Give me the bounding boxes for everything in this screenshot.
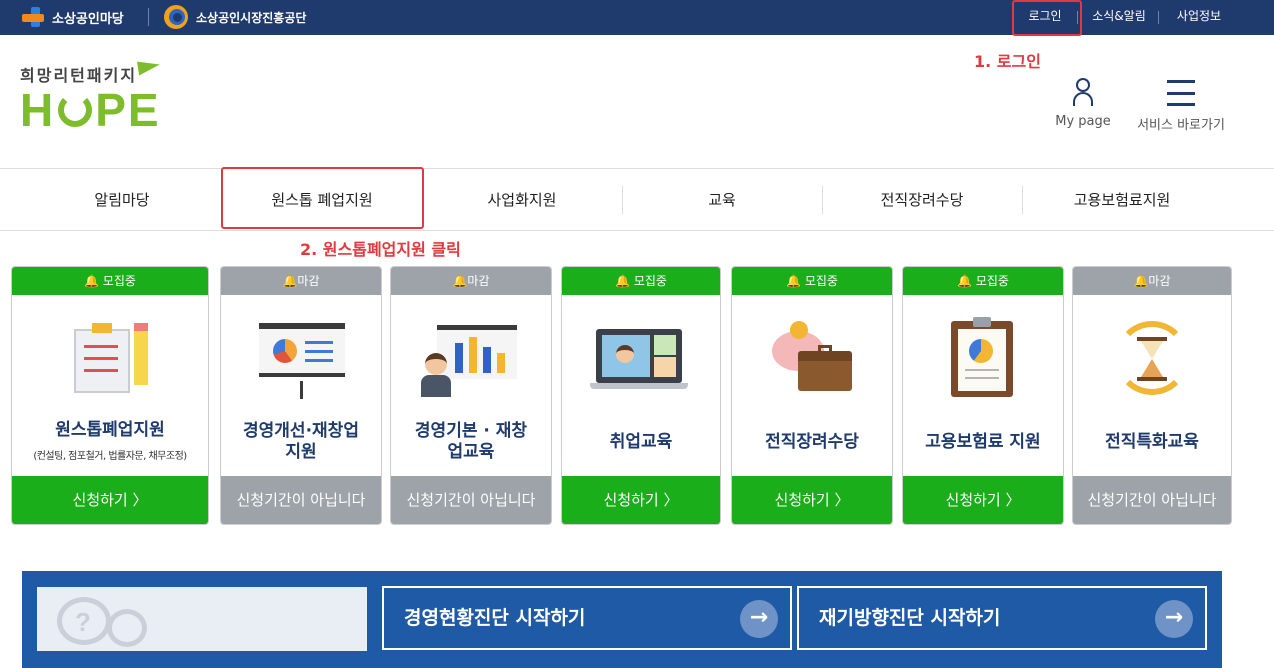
sosang-madang-label: 소상공인마당 [52, 11, 124, 27]
nav-item-job-transfer-allowance[interactable]: 전직장려수당 [822, 169, 1022, 231]
clipboard-report-icon [903, 295, 1063, 415]
brand-letters-pe: PE [95, 84, 161, 136]
user-icon [1073, 78, 1093, 106]
card-status-badge: 🔔마감 [1073, 267, 1231, 295]
program-card-job-transfer-allowance[interactable]: 🔔 모집중 전직장려수당 신청하기 〉 [731, 266, 893, 525]
nav-item-insurance-support[interactable]: 고용보험료지원 [1022, 169, 1222, 231]
hourglass-cycle-icon [1073, 295, 1231, 415]
diagnosis-banner: ? 경영현황진단 시작하기 → 재기방향진단 시작하기 → [22, 571, 1222, 668]
semas-emblem-icon [164, 5, 190, 29]
card-title: 경영기본 · 재창업교육 [414, 421, 528, 462]
card-status-badge: 🔔 모집중 [12, 267, 208, 295]
apply-button[interactable]: 신청하기 〉 [903, 476, 1063, 524]
nav-item-commercialization[interactable]: 사업화지원 [422, 169, 622, 231]
card-status-badge: 🔔 모집중 [562, 267, 720, 295]
apply-button[interactable]: 신청하기 〉 [12, 476, 208, 524]
hope-logo[interactable]: 희망리턴패키지 H PE [20, 58, 161, 136]
nav-item-education[interactable]: 교육 [622, 169, 822, 231]
semas-label: 소상공인시장진흥공단 [196, 10, 307, 25]
refresh-arrow-icon [58, 93, 93, 127]
services-menu-button[interactable]: 서비스 바로가기 [1134, 78, 1228, 133]
program-card-onestop[interactable]: 🔔 모집중 원스톱폐업지원 (컨설팅, 점포철거, 법률자문, 채무조정) 신청… [11, 266, 209, 525]
logo-divider [148, 8, 149, 26]
card-status-badge: 🔔마감 [391, 267, 551, 295]
mypage-button[interactable]: My page [1050, 78, 1116, 129]
closed-button: 신청기간이 아닙니다 [1073, 476, 1231, 524]
presentation-board-icon [221, 295, 381, 415]
apply-button[interactable]: 신청하기 〉 [732, 476, 892, 524]
program-card-basic-education[interactable]: 🔔마감 경영기본 · 재창업교육 신청기간이 아닙니다 [390, 266, 552, 525]
card-status-badge: 🔔 모집중 [732, 267, 892, 295]
card-title: 전직장려수당 [765, 432, 859, 452]
card-title: 고용보험료 지원 [925, 432, 1041, 452]
step1-annotation: 1. 로그인 [974, 52, 1041, 71]
closed-button: 신청기간이 아닙니다 [221, 476, 381, 524]
apply-button[interactable]: 신청하기 〉 [562, 476, 720, 524]
business-info-link[interactable]: 사업정보 [1164, 0, 1234, 35]
business-diagnosis-label: 경영현황진단 시작하기 [404, 607, 586, 629]
onestop-highlight-box [221, 167, 424, 229]
card-title: 전직특화교육 [1105, 432, 1199, 452]
arrow-right-icon: → [1155, 600, 1193, 638]
topbar-divider [1158, 11, 1159, 24]
program-card-job-education[interactable]: 🔔 모집중 취업교육 신청하기 〉 [561, 266, 721, 525]
arrow-right-icon: → [740, 600, 778, 638]
plus-logo-icon [22, 6, 48, 28]
services-label: 서비스 바로가기 [1137, 118, 1225, 133]
card-title: 경영개선·재창업 지원 [243, 421, 359, 462]
hamburger-icon [1167, 80, 1195, 106]
program-card-specialized-education[interactable]: 🔔마감 전직특화교육 신청기간이 아닙니다 [1072, 266, 1232, 525]
card-title: 취업교육 [609, 432, 673, 452]
top-bar: 소상공인마당 소상공인시장진흥공단 로그인 소식&알림 사업정보 [0, 0, 1274, 35]
card-status-badge: 🔔 모집중 [903, 267, 1063, 295]
closed-button: 신청기간이 아닙니다 [391, 476, 551, 524]
checklist-pencil-icon [12, 295, 208, 415]
lecture-chart-icon [391, 295, 551, 415]
business-diagnosis-button[interactable]: 경영현황진단 시작하기 → [382, 586, 792, 650]
login-highlight-box [1012, 0, 1082, 36]
nav-item-notice[interactable]: 알림마당 [22, 169, 222, 231]
program-card-insurance-support[interactable]: 🔔 모집중 고용보험료 지원 신청하기 〉 [902, 266, 1064, 525]
sosang-madang-logo[interactable]: 소상공인마당 [22, 5, 124, 29]
video-conference-icon [562, 295, 720, 415]
restart-diagnosis-button[interactable]: 재기방향진단 시작하기 → [797, 586, 1207, 650]
brand-letter-h: H [20, 84, 56, 136]
news-link[interactable]: 소식&알림 [1082, 0, 1156, 35]
card-note: (컨설팅, 점포철거, 법률자문, 채무조정) [33, 451, 187, 462]
restart-diagnosis-label: 재기방향진단 시작하기 [819, 607, 1001, 629]
piggybank-briefcase-icon [732, 295, 892, 415]
step2-annotation: 2. 원스톱폐업지원 클릭 [300, 240, 461, 259]
brand-wordmark: H PE [20, 84, 161, 136]
speech-bubble-question-icon: ? [37, 587, 367, 651]
card-status-badge: 🔔마감 [221, 267, 381, 295]
mypage-label: My page [1055, 114, 1111, 129]
semas-logo[interactable]: 소상공인시장진흥공단 [164, 4, 306, 30]
program-card-management-improvement[interactable]: 🔔마감 경영개선·재창업 지원 신청기간이 아닙니다 [220, 266, 382, 525]
main-nav: 알림마당 원스톱 폐업지원 사업화지원 교육 전직장려수당 고용보험료지원 [0, 168, 1274, 231]
card-title: 원스톱폐업지원 [55, 420, 165, 440]
